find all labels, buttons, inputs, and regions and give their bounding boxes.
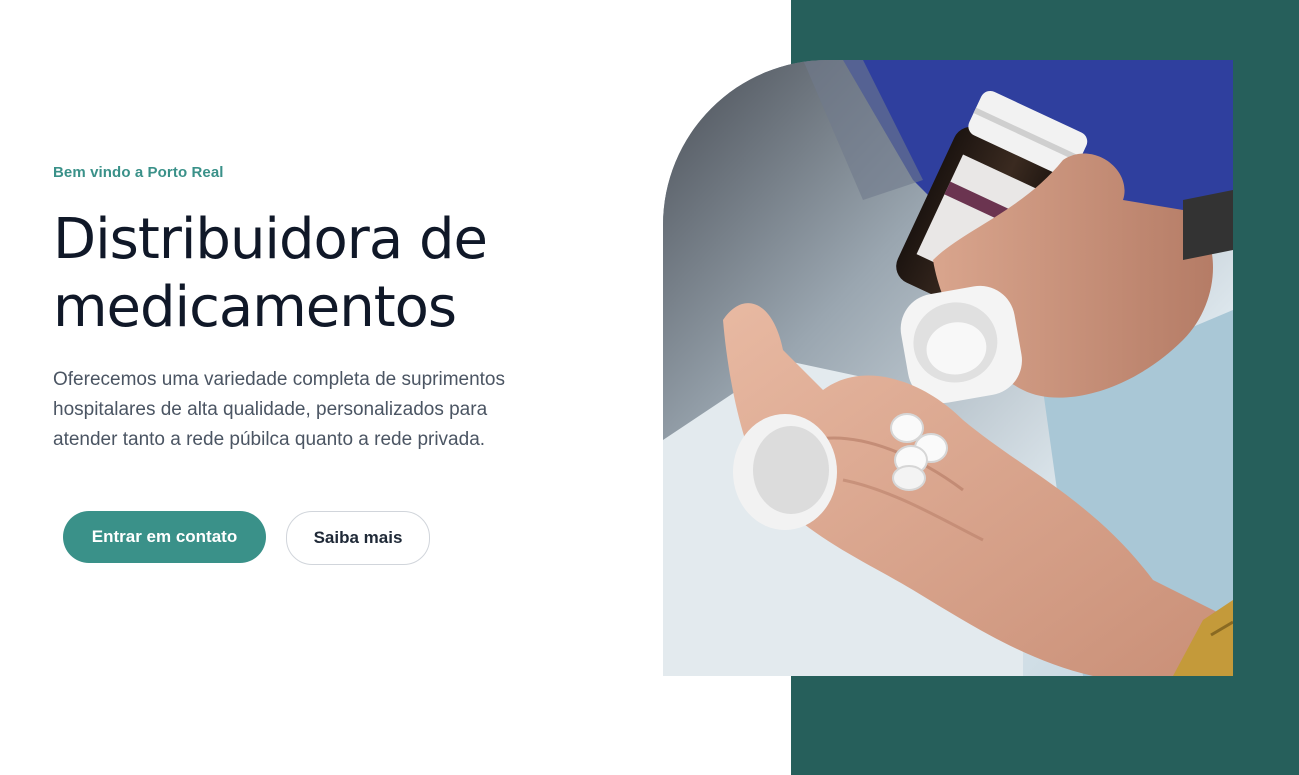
hero-description: Oferecemos uma variedade completa de sup… — [53, 369, 506, 450]
landing-page: Bem vindo a Porto Real Distribuidora de … — [0, 0, 1299, 775]
hero-headline: Distribuidora de medicamentos — [53, 206, 553, 342]
hero-headline-line-1: Distribuidora de — [53, 207, 488, 272]
pills-in-hand-illustration — [663, 60, 1233, 676]
hero-section: Bem vindo a Porto Real Distribuidora de … — [53, 163, 553, 455]
hero-photo — [663, 60, 1233, 676]
hero-eyebrow: Bem vindo a Porto Real — [53, 164, 224, 181]
learn-more-button[interactable]: Saiba mais — [286, 511, 430, 565]
contact-button[interactable]: Entrar em contato — [63, 511, 266, 563]
hero-headline-line-2: medicamentos — [53, 275, 457, 340]
hero-actions: Entrar em contato Saiba mais — [63, 511, 430, 565]
